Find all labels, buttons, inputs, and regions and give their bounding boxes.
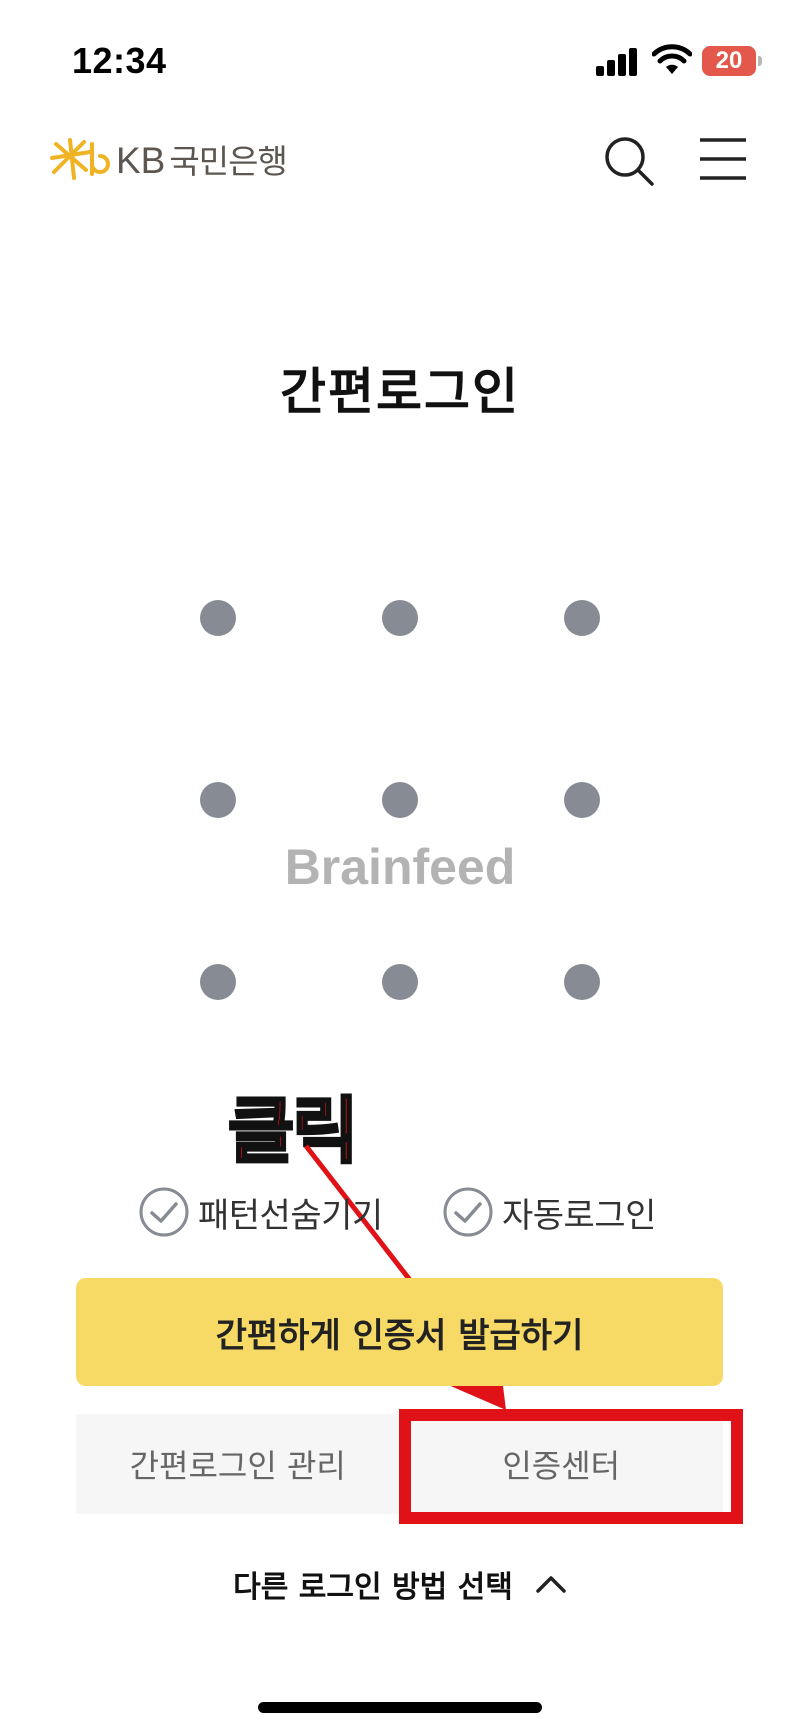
pattern-dot[interactable] bbox=[382, 964, 418, 1000]
auto-login-option[interactable]: 자동로그인 bbox=[442, 1186, 656, 1238]
battery-icon: 20 bbox=[702, 46, 762, 76]
pattern-dot[interactable] bbox=[564, 600, 600, 636]
pattern-dot[interactable] bbox=[200, 964, 236, 1000]
status-bar: 12:34 20 bbox=[0, 0, 800, 120]
pattern-dot[interactable] bbox=[382, 782, 418, 818]
other-login-label: 다른 로그인 방법 선택 bbox=[233, 1570, 513, 1605]
watermark-text: Brainfeed bbox=[284, 839, 516, 895]
hide-pattern-option[interactable]: 패턴선숨기기 bbox=[138, 1186, 383, 1238]
kb-star-logo-icon bbox=[50, 138, 110, 180]
menu-icon[interactable] bbox=[698, 136, 748, 182]
pattern-dot[interactable] bbox=[200, 782, 236, 818]
status-time: 12:34 bbox=[72, 40, 167, 81]
page-title: 간편로그인 bbox=[280, 363, 520, 421]
pattern-dot[interactable] bbox=[564, 964, 600, 1000]
simple-login-manage-button[interactable]: 간편로그인 관리 bbox=[76, 1414, 400, 1514]
issue-certificate-button[interactable]: 간편하게 인증서 발급하기 bbox=[76, 1278, 723, 1386]
check-circle-icon[interactable] bbox=[442, 1186, 494, 1238]
pattern-dot[interactable] bbox=[200, 600, 236, 636]
other-login-toggle[interactable]: 다른 로그인 방법 선택 bbox=[0, 1562, 800, 1606]
kb-logo[interactable]: KB 국민은행 bbox=[48, 134, 288, 184]
brand-name: 국민은행 bbox=[169, 143, 287, 180]
search-icon[interactable] bbox=[602, 134, 656, 188]
certificate-center-button[interactable]: 인증센터 bbox=[400, 1414, 724, 1514]
check-circle-icon[interactable] bbox=[138, 1186, 190, 1238]
option-label: 패턴선숨기기 bbox=[198, 1195, 383, 1236]
pattern-grid[interactable] bbox=[200, 600, 600, 1000]
brand-prefix: KB bbox=[116, 140, 166, 181]
cellular-signal-icon bbox=[596, 46, 640, 76]
app-header: KB 국민은행 bbox=[0, 120, 800, 200]
pattern-dot[interactable] bbox=[382, 600, 418, 636]
wifi-icon bbox=[652, 44, 692, 74]
app-screen: 12:34 20 KB 국민은행 간편로그인 Brainfeed 클릭 패턴선숨… bbox=[0, 0, 800, 1732]
chevron-up-icon bbox=[536, 1576, 566, 1593]
secondary-actions: 간편로그인 관리 인증센터 bbox=[76, 1414, 723, 1514]
click-annotation-label: 클릭 bbox=[226, 1088, 360, 1175]
home-indicator[interactable] bbox=[258, 1702, 542, 1713]
pattern-dot[interactable] bbox=[564, 782, 600, 818]
option-label: 자동로그인 bbox=[502, 1195, 656, 1236]
